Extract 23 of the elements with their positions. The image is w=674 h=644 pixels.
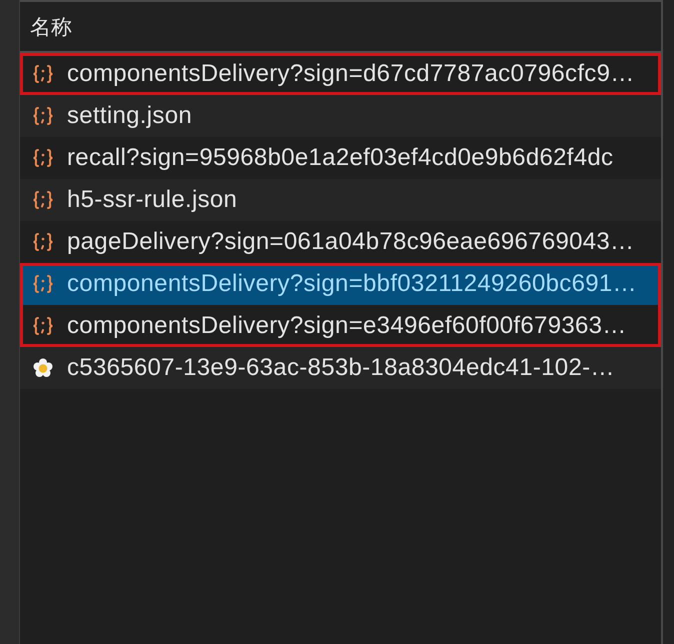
braces-icon <box>32 190 54 210</box>
column-header[interactable]: 名称 <box>30 12 72 40</box>
flower-icon <box>32 358 54 378</box>
braces-icon <box>32 106 54 126</box>
file-row[interactable]: setting.json <box>20 95 661 137</box>
file-name: componentsDelivery?sign=d67cd7787ac0796cfc9… <box>67 60 635 88</box>
file-name: h5-ssr-rule.json <box>67 186 238 214</box>
braces-icon <box>32 232 54 252</box>
braces-icon <box>32 148 54 168</box>
file-row[interactable]: c5365607-13e9-63ac-853b-18a8304edc41-102-… <box>20 347 661 389</box>
file-name: componentsDelivery?sign=e3496ef60f00f679363… <box>67 312 627 340</box>
braces-icon <box>32 64 54 84</box>
file-name: componentsDelivery?sign=bbf03211249260bc691… <box>67 270 637 298</box>
file-name: setting.json <box>67 102 192 130</box>
file-row[interactable]: componentsDelivery?sign=e3496ef60f00f679363… <box>20 305 661 347</box>
braces-icon <box>32 316 54 336</box>
file-row[interactable]: componentsDelivery?sign=d67cd7787ac0796cfc9… <box>20 53 661 95</box>
file-row[interactable]: componentsDelivery?sign=bbf03211249260bc691… <box>20 263 661 305</box>
file-name: pageDelivery?sign=061a04b78c96eae696769043… <box>67 228 634 256</box>
file-name: c5365607-13e9-63ac-853b-18a8304edc41-102-… <box>67 354 615 382</box>
file-row[interactable]: h5-ssr-rule.json <box>20 179 661 221</box>
braces-icon <box>32 274 54 294</box>
file-name: recall?sign=95968b0e1a2ef03ef4cd0e9b6d62f4dc <box>67 144 614 172</box>
